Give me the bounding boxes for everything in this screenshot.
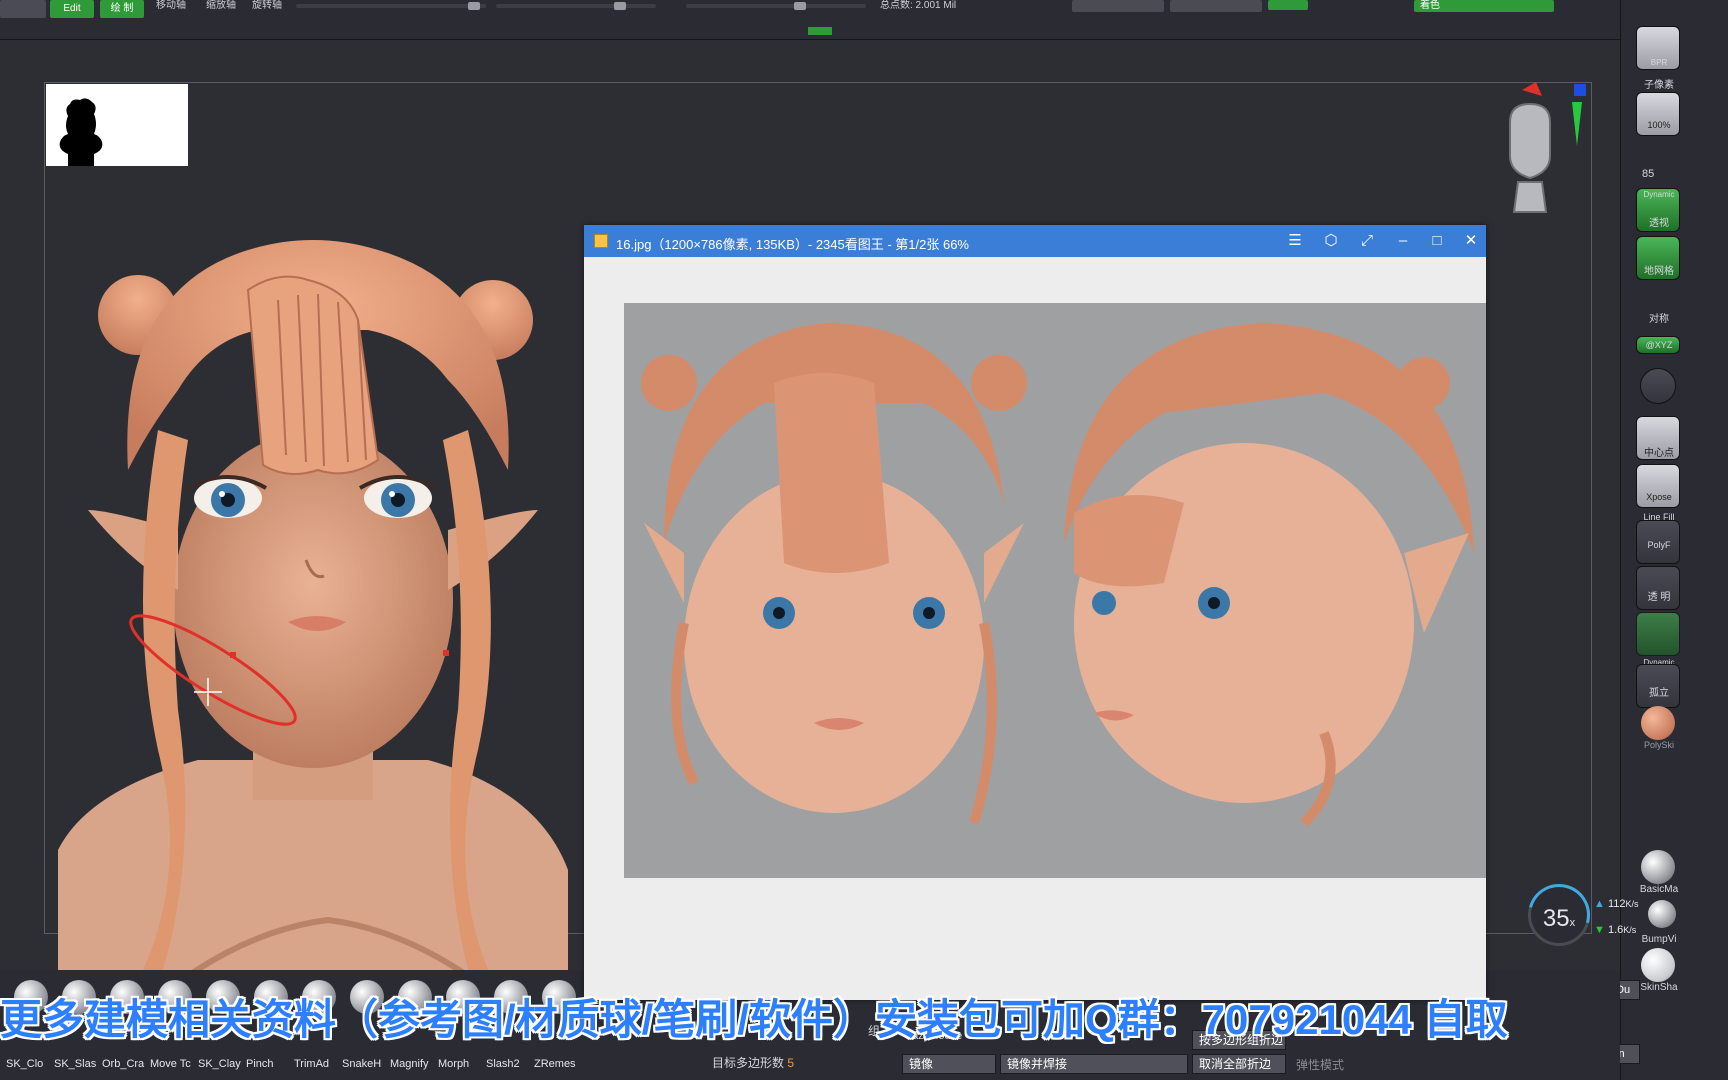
basic-material-icon[interactable] bbox=[1641, 850, 1675, 884]
elastic-mode-label: 弹性模式 bbox=[1296, 1058, 1345, 1072]
skin-shade-material-icon[interactable] bbox=[1641, 948, 1675, 982]
rotation-mode-icon[interactable] bbox=[1640, 368, 1676, 404]
basic-material-label: BasicMa bbox=[1639, 884, 1679, 895]
brush-label[interactable]: ZRemes bbox=[534, 1058, 576, 1070]
front-head-render bbox=[641, 323, 1027, 825]
rotate-axis-label[interactable]: 旋转轴 bbox=[252, 0, 282, 12]
brush-label[interactable]: SK_Clay bbox=[198, 1058, 241, 1070]
toolbar-toggle[interactable] bbox=[1268, 0, 1308, 10]
viewer-titlebar[interactable]: 16.jpg（1200×786像素, 135KB）- 2345看图王 - 第1/… bbox=[584, 225, 1486, 257]
polyf-label: PolyF bbox=[1647, 540, 1671, 550]
viewer-title: 16.jpg（1200×786像素, 135KB）- 2345看图王 - 第1/… bbox=[616, 237, 969, 252]
target-polys-label: 目标多边形数 5 bbox=[712, 1056, 795, 1070]
progress-indicator bbox=[808, 27, 832, 35]
toolbar-field-1[interactable] bbox=[1072, 0, 1164, 12]
draw-size-slider[interactable] bbox=[686, 2, 866, 10]
brush-label[interactable]: Orb_Cra bbox=[102, 1058, 144, 1070]
xyz-label: @XYZ bbox=[1645, 340, 1673, 350]
brush-label[interactable]: SnakeH bbox=[342, 1058, 381, 1070]
uncrease-all-button[interactable]: 取消全部折边 bbox=[1192, 1054, 1286, 1074]
side-head-render bbox=[1064, 323, 1474, 827]
center-point-label: 中心点 bbox=[1644, 448, 1674, 459]
edit-button[interactable]: Edit bbox=[50, 0, 94, 18]
brush-label[interactable]: Pinch bbox=[246, 1058, 274, 1070]
tray-number-readout: 85 bbox=[1642, 168, 1655, 180]
brush-label[interactable]: Magnify bbox=[390, 1058, 429, 1070]
image-viewer-window: 16.jpg（1200×786像素, 135KB）- 2345看图王 - 第1/… bbox=[584, 225, 1486, 1000]
fps-indicator: 35x bbox=[1516, 872, 1602, 958]
rgb-intensity-slider[interactable] bbox=[296, 2, 486, 10]
z-intensity-slider[interactable] bbox=[496, 2, 656, 10]
symmetry-label[interactable]: 对称 bbox=[1630, 310, 1688, 325]
brush-label[interactable]: Move Tc bbox=[150, 1058, 191, 1070]
upload-rate: ▲ 112K/s bbox=[1594, 898, 1639, 910]
brush-label[interactable]: SK_Slas bbox=[54, 1058, 96, 1070]
viewer-app-icon bbox=[594, 234, 608, 248]
zoom-100-label: 100% bbox=[1647, 120, 1671, 130]
download-unit: K/s bbox=[1623, 925, 1637, 935]
navigation-head-gizmo[interactable] bbox=[1480, 82, 1590, 222]
dynamic-label: Dynamic bbox=[1643, 190, 1675, 199]
toolbar-left-button[interactable] bbox=[0, 0, 46, 18]
upload-value: 112 bbox=[1607, 898, 1626, 910]
brush-label[interactable]: Slash2 bbox=[486, 1058, 520, 1070]
transparency-label: 透 明 bbox=[1647, 592, 1671, 603]
close-icon[interactable]: ✕ bbox=[1460, 231, 1482, 251]
sculpt-model[interactable] bbox=[48, 230, 588, 970]
fullscreen-icon[interactable]: ⤢ bbox=[1356, 231, 1378, 251]
dynamic-ghost-button[interactable] bbox=[1636, 612, 1680, 656]
minimize-icon[interactable]: – bbox=[1392, 231, 1414, 251]
top-toolbar: Edit 绘 制 移动轴 缩放轴 旋转轴 总点数: 2.001 Mil 着色 bbox=[0, 0, 1728, 40]
maximize-icon[interactable]: □ bbox=[1426, 231, 1448, 251]
brush-label[interactable]: Morph bbox=[438, 1058, 469, 1070]
brush-label[interactable]: SK_Clo bbox=[6, 1058, 43, 1070]
fps-unit: x bbox=[1569, 917, 1576, 929]
polyskin-material-icon[interactable] bbox=[1641, 706, 1675, 740]
silhouette-preview bbox=[46, 84, 188, 166]
xpose-label: Xpose bbox=[1646, 492, 1672, 502]
brush-label[interactable]: TrimAd bbox=[294, 1058, 329, 1070]
bump-material-icon[interactable] bbox=[1648, 900, 1676, 928]
skin-icon[interactable]: ⬡ bbox=[1320, 231, 1342, 251]
download-rate: ▼ 1.6K/s bbox=[1594, 924, 1637, 936]
color-mode-field[interactable]: 着色 bbox=[1414, 0, 1554, 12]
fps-value: 35 bbox=[1542, 905, 1570, 932]
move-axis-label[interactable]: 移动轴 bbox=[156, 0, 186, 12]
upload-unit: K/s bbox=[1625, 899, 1639, 909]
bpr-label: BPR bbox=[1650, 58, 1668, 67]
toolbar-field-2[interactable] bbox=[1170, 0, 1262, 12]
download-value: 1.6 bbox=[1607, 924, 1624, 936]
mirror-weld-button[interactable]: 镜像并焊接 bbox=[1000, 1054, 1188, 1074]
menu-icon[interactable]: ☰ bbox=[1284, 231, 1306, 251]
polyskin-label: PolySki bbox=[1643, 740, 1674, 750]
subpixel-label: 子像素 bbox=[1644, 80, 1674, 91]
bump-material-label: BumpVi bbox=[1641, 934, 1677, 945]
draw-button[interactable]: 绘 制 bbox=[100, 0, 144, 18]
perspective-label: 透视 bbox=[1649, 218, 1669, 229]
floor-grid-label: 地网格 bbox=[1644, 266, 1674, 277]
scale-axis-label[interactable]: 缩放轴 bbox=[206, 0, 236, 12]
solo-label: 孤立 bbox=[1649, 688, 1669, 699]
reference-image bbox=[624, 303, 1486, 878]
promo-banner: 更多建模相关资料（参考图/材质球/笔刷/软件）安装包可加Q群：707921044… bbox=[0, 996, 1508, 1043]
mirror-button[interactable]: 镜像 bbox=[902, 1054, 996, 1074]
total-points-readout: 总点数: 2.001 Mil bbox=[880, 0, 957, 11]
zbrush-app: Edit 绘 制 移动轴 缩放轴 旋转轴 总点数: 2.001 Mil 着色 B… bbox=[0, 0, 1728, 1080]
